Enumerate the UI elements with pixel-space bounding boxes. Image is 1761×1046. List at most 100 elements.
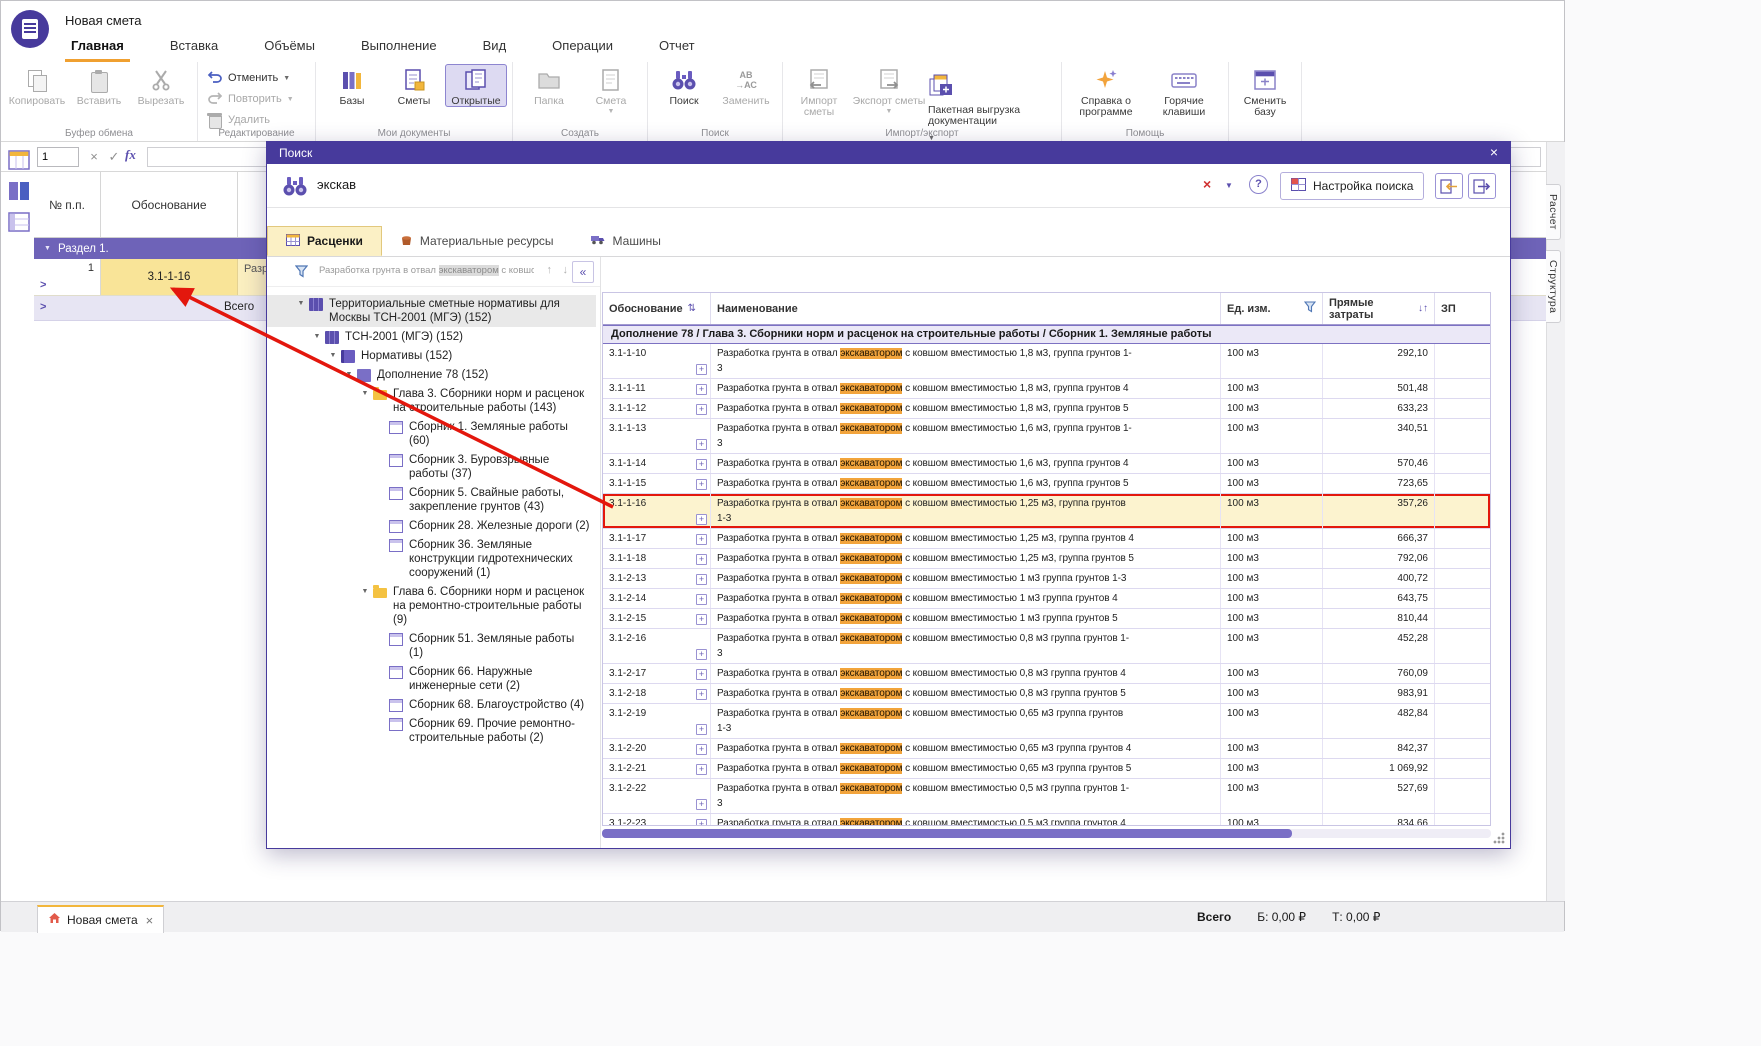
chevron-down-icon[interactable]: ▼ bbox=[293, 297, 309, 307]
new-estimate-button[interactable]: Смета ▼ bbox=[580, 64, 642, 115]
result-row[interactable]: 3.1-2-22+Разработка грунта в отвал экска… bbox=[603, 779, 1490, 814]
export-estimate-button[interactable]: Экспорт сметы ▼ bbox=[850, 64, 928, 115]
expand-plus-icon[interactable]: + bbox=[696, 514, 707, 525]
expand-plus-icon[interactable]: + bbox=[696, 594, 707, 605]
app-logo-icon[interactable] bbox=[11, 10, 49, 48]
about-button[interactable]: Справка о программе bbox=[1067, 64, 1145, 118]
tree-item[interactable]: ▼Территориальные сметные нормативы для М… bbox=[267, 295, 596, 327]
result-row[interactable]: 3.1-1-18+Разработка грунта в отвал экска… bbox=[603, 549, 1490, 569]
cell-reference-input[interactable] bbox=[37, 147, 79, 167]
result-row[interactable]: 3.1-2-23+Разработка грунта в отвал экска… bbox=[603, 814, 1490, 826]
cut-button[interactable]: Вырезать bbox=[130, 64, 192, 107]
next-match-icon[interactable]: ↓ bbox=[563, 264, 569, 276]
tree-item[interactable]: ▼Глава 3. Сборники норм и расценок на ст… bbox=[267, 385, 596, 417]
chevron-down-icon[interactable]: ▼ bbox=[341, 368, 357, 378]
insert-into-estimate-button[interactable] bbox=[1435, 173, 1463, 199]
result-row[interactable]: 3.1-1-13+Разработка грунта в отвал экска… bbox=[603, 419, 1490, 454]
expand-plus-icon[interactable]: + bbox=[696, 479, 707, 490]
undo-button[interactable]: Отменить ▼ bbox=[203, 69, 294, 87]
row-basis-cell[interactable]: 3.1-1-16 bbox=[101, 259, 238, 295]
dock-estimate-view-icon[interactable] bbox=[6, 148, 32, 172]
search-settings-button[interactable]: Настройка поиска bbox=[1280, 172, 1424, 200]
expand-plus-icon[interactable]: + bbox=[696, 614, 707, 625]
help-icon[interactable]: ? bbox=[1249, 175, 1268, 194]
expand-plus-icon[interactable]: + bbox=[696, 404, 707, 415]
search-input[interactable]: экскав bbox=[317, 177, 356, 192]
dropdown-caret-icon[interactable]: ▼ bbox=[608, 108, 615, 115]
tab-materialnye-resursy[interactable]: Материальные ресурсы bbox=[382, 226, 572, 256]
change-base-button[interactable]: Сменить базу bbox=[1234, 64, 1296, 118]
expand-plus-icon[interactable]: + bbox=[696, 384, 707, 395]
column-header-basis[interactable]: Обоснование bbox=[101, 172, 238, 237]
tree-item[interactable]: ▼Глава 6. Сборники норм и расценок на ре… bbox=[267, 583, 596, 629]
tree-item[interactable]: Сборник 66. Наружные инженерные сети (2) bbox=[267, 663, 596, 695]
expand-plus-icon[interactable]: + bbox=[696, 439, 707, 450]
tab-struktura[interactable]: Структура bbox=[1546, 250, 1561, 323]
filter-icon[interactable] bbox=[295, 265, 308, 283]
open-documents-button[interactable]: Открытые bbox=[445, 64, 507, 107]
cancel-icon[interactable]: × bbox=[85, 147, 103, 167]
result-row[interactable]: 3.1-1-10+Разработка грунта в отвал экска… bbox=[603, 344, 1490, 379]
result-row[interactable]: 3.1-2-15+Разработка грунта в отвал экска… bbox=[603, 609, 1490, 629]
expand-plus-icon[interactable]: + bbox=[696, 649, 707, 660]
prev-match-icon[interactable]: ↑ bbox=[547, 264, 553, 276]
tree-item[interactable]: ▼Нормативы (152) bbox=[267, 347, 596, 365]
result-row[interactable]: 3.1-1-15+Разработка грунта в отвал экска… bbox=[603, 474, 1490, 494]
tab-mashiny[interactable]: Машины bbox=[572, 226, 679, 256]
expand-plus-icon[interactable]: + bbox=[696, 574, 707, 585]
expand-plus-icon[interactable]: + bbox=[696, 819, 707, 826]
chevron-down-icon[interactable]: ▼ bbox=[44, 245, 51, 252]
ribbon-tab-vid[interactable]: Вид bbox=[477, 33, 513, 62]
tab-raschet[interactable]: Расчет bbox=[1546, 184, 1561, 240]
expand-plus-icon[interactable]: + bbox=[696, 534, 707, 545]
ribbon-tab-operacii[interactable]: Операции bbox=[546, 33, 619, 62]
dialog-resize-grip[interactable] bbox=[1493, 832, 1505, 844]
chevron-down-icon[interactable]: ▼ bbox=[357, 387, 373, 397]
tree-item[interactable]: Сборник 68. Благоустройство (4) bbox=[267, 696, 596, 714]
close-icon[interactable]: × bbox=[1484, 142, 1504, 164]
confirm-icon[interactable]: ✓ bbox=[105, 147, 123, 167]
ribbon-tab-vstavka[interactable]: Вставка bbox=[164, 33, 224, 62]
column-header-unit[interactable]: Ед. изм. bbox=[1221, 293, 1323, 324]
chevron-down-icon[interactable]: ▼ bbox=[309, 330, 325, 340]
result-row[interactable]: 3.1-1-17+Разработка грунта в отвал экска… bbox=[603, 529, 1490, 549]
paste-button[interactable]: Вставить bbox=[68, 64, 130, 107]
result-row[interactable]: 3.1-2-14+Разработка грунта в отвал экска… bbox=[603, 589, 1490, 609]
column-header-code[interactable]: Обоснование ⇅ bbox=[603, 293, 711, 324]
tree-item[interactable]: ▼ТСН-2001 (МГЭ) (152) bbox=[267, 328, 596, 346]
result-row[interactable]: 3.1-2-16+Разработка грунта в отвал экска… bbox=[603, 629, 1490, 664]
sort-icon[interactable]: ↓↑ bbox=[1418, 303, 1428, 314]
filter-icon[interactable] bbox=[1304, 301, 1316, 316]
search-button[interactable]: Поиск bbox=[653, 64, 715, 107]
results-horizontal-scrollbar[interactable] bbox=[602, 829, 1491, 838]
column-header-cost[interactable]: Прямые затраты ↓↑ bbox=[1323, 293, 1435, 324]
result-row[interactable]: 3.1-2-13+Разработка грунта в отвал экска… bbox=[603, 569, 1490, 589]
expand-plus-icon[interactable]: + bbox=[696, 764, 707, 775]
scrollbar-thumb[interactable] bbox=[602, 829, 1292, 838]
sort-icon[interactable]: ⇅ bbox=[688, 303, 696, 314]
result-row[interactable]: 3.1-1-12+Разработка грунта в отвал экска… bbox=[603, 399, 1490, 419]
tree-item[interactable]: Сборник 3. Буровзрывные работы (37) bbox=[267, 451, 596, 483]
result-row[interactable]: 3.1-2-20+Разработка грунта в отвал экска… bbox=[603, 739, 1490, 759]
search-history-caret-icon[interactable]: ▼ bbox=[1225, 181, 1233, 190]
tab-rascenki[interactable]: Расценки bbox=[267, 226, 382, 256]
estimates-button[interactable]: Сметы bbox=[383, 64, 445, 107]
bases-button[interactable]: Базы bbox=[321, 64, 383, 107]
expand-plus-icon[interactable]: + bbox=[696, 744, 707, 755]
goto-source-button[interactable] bbox=[1468, 173, 1496, 199]
copy-button[interactable]: Копировать bbox=[6, 64, 68, 107]
ribbon-tab-vypolnenie[interactable]: Выполнение bbox=[355, 33, 443, 62]
expand-plus-icon[interactable]: + bbox=[696, 724, 707, 735]
column-header-num[interactable]: № п.п. bbox=[34, 172, 101, 237]
hotkeys-button[interactable]: Горячие клавиши bbox=[1145, 64, 1223, 118]
tree-item[interactable]: Сборник 5. Свайные работы, закрепление г… bbox=[267, 484, 596, 516]
column-header-name[interactable]: Наименование bbox=[711, 293, 1221, 324]
result-row[interactable]: 3.1-1-14+Разработка грунта в отвал экска… bbox=[603, 454, 1490, 474]
ribbon-tab-otchet[interactable]: Отчет bbox=[653, 33, 701, 62]
result-row[interactable]: 3.1-1-16+Разработка грунта в отвал экска… bbox=[603, 494, 1490, 529]
expand-plus-icon[interactable]: + bbox=[696, 669, 707, 680]
expand-plus-icon[interactable]: + bbox=[696, 689, 707, 700]
dropdown-caret-icon[interactable]: ▼ bbox=[287, 96, 294, 103]
dropdown-caret-icon[interactable]: ▼ bbox=[283, 75, 290, 82]
tree-item[interactable]: Сборник 69. Прочие ремонтно-строительные… bbox=[267, 715, 596, 747]
